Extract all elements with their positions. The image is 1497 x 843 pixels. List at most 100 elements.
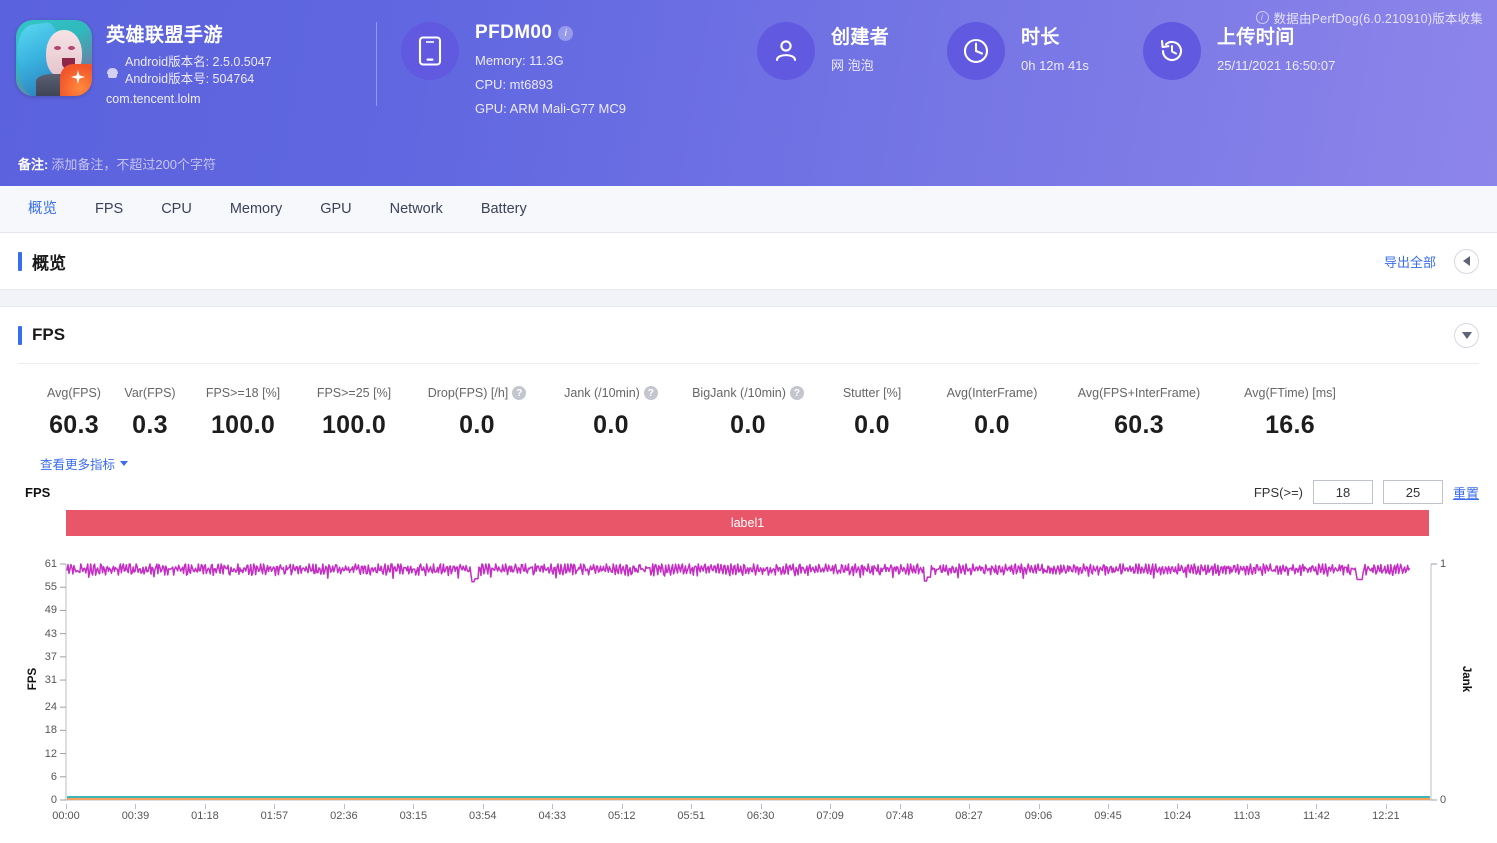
x-tick-label: 00:39 xyxy=(121,810,150,822)
collapse-left-button[interactable] xyxy=(1454,248,1479,274)
x-tick-mark xyxy=(1177,804,1179,809)
tab-battery[interactable]: Battery xyxy=(467,186,541,233)
creator-value: 网 泡泡 xyxy=(831,58,874,73)
fps-title-group: FPS xyxy=(18,325,65,345)
y-tick-label: 37 xyxy=(44,650,57,663)
metric-value: 60.3 xyxy=(1114,411,1164,439)
y2-axis-label: Jank xyxy=(1459,665,1472,693)
tab-memory[interactable]: Memory xyxy=(216,186,296,233)
tab-fps[interactable]: FPS xyxy=(81,186,137,233)
y-tick-label: 31 xyxy=(44,674,57,687)
help-icon[interactable]: ? xyxy=(643,386,658,400)
x-tick-mark xyxy=(1385,804,1387,809)
device-memory: Memory: 11.3G xyxy=(475,53,564,68)
metric-fps-ge-18: FPS>=18 [%] 100.0 xyxy=(188,386,298,440)
metric-label: Avg(FTime) [ms] xyxy=(1244,386,1336,400)
overview-section-header: 概览 导出全部 xyxy=(0,233,1497,289)
info-icon: i xyxy=(1255,11,1269,24)
x-tick-label: 07:48 xyxy=(885,810,914,822)
device-icon-circle xyxy=(401,22,459,80)
metric-label: FPS>=18 [%] xyxy=(205,386,281,400)
note-bar[interactable]: 备注: 添加备注，不超过200个字符 xyxy=(0,140,1497,186)
y-tick-label: 18 xyxy=(44,724,57,737)
page-title: 概览 xyxy=(32,253,66,273)
section-gap-band xyxy=(0,289,1497,307)
x-tick-label: 01:57 xyxy=(260,810,289,822)
metric-avg-interframe: Avg(InterFrame) 0.0 xyxy=(926,386,1058,440)
chevron-down-icon xyxy=(120,461,129,466)
help-icon[interactable]: ? xyxy=(512,386,527,400)
x-tick-mark xyxy=(1246,804,1248,809)
x-tick-label: 06:30 xyxy=(746,810,775,822)
x-tick-mark xyxy=(413,804,415,809)
device-model: PFDM00 i xyxy=(475,22,626,44)
app-version-code: Android版本号: 504764 xyxy=(125,72,255,86)
metric-value: 100.0 xyxy=(210,411,276,439)
metric-stutter: Stutter [%] 0.0 xyxy=(818,386,926,440)
tab-gpu[interactable]: GPU xyxy=(306,186,365,233)
metric-var-fps: Var(FPS) 0.3 xyxy=(112,386,188,440)
x-axis-ticks: 00:00 00:39 01:18 01:57 02:36 03:15 03:54 04:33… xyxy=(18,804,1479,828)
app-icon xyxy=(16,20,92,96)
metric-value: 0.0 xyxy=(459,411,495,439)
chart-legend-bar[interactable]: label1 xyxy=(66,510,1429,536)
creator-title: 创建者 xyxy=(831,27,890,48)
x-tick-label: 09:06 xyxy=(1024,810,1053,822)
metric-label: Avg(FPS+InterFrame) xyxy=(1077,386,1201,400)
x-tick-label: 04:33 xyxy=(538,810,567,822)
x-tick-label: 10:24 xyxy=(1163,810,1192,822)
y-tick-label: 12 xyxy=(44,747,57,760)
export-all-link[interactable]: 导出全部 xyxy=(1384,252,1436,271)
x-tick-mark xyxy=(1316,804,1318,809)
note-placeholder[interactable]: 添加备注，不超过200个字符 xyxy=(51,154,216,173)
metric-value: 16.6 xyxy=(1265,411,1315,439)
chart-toolbar: FPS FPS(>=) 重置 xyxy=(18,474,1479,510)
metric-label: FPS>=25 [%] xyxy=(316,386,392,400)
tab-overview[interactable]: 概览 xyxy=(14,186,71,233)
x-tick-mark xyxy=(552,804,554,809)
chevron-left-icon xyxy=(1463,256,1470,266)
metric-avg-fps-interframe: Avg(FPS+InterFrame) 60.3 xyxy=(1058,386,1220,440)
user-icon xyxy=(775,40,797,62)
fps-collapse-button[interactable] xyxy=(1454,322,1479,348)
x-tick-label: 01:18 xyxy=(191,810,219,822)
x-tick-mark xyxy=(135,804,137,809)
fps-threshold-high-input[interactable] xyxy=(1382,480,1443,504)
app-package-name: com.tencent.lolm xyxy=(106,92,201,106)
x-tick-mark xyxy=(482,804,484,809)
tab-network[interactable]: Network xyxy=(376,186,457,233)
clock-icon xyxy=(963,38,989,64)
x-tick-label: 02:36 xyxy=(330,810,358,822)
tab-cpu[interactable]: CPU xyxy=(147,186,206,233)
x-tick-label: 00:00 xyxy=(52,810,80,822)
app-name: 英雄联盟手游 xyxy=(106,25,224,46)
reset-link[interactable]: 重置 xyxy=(1453,483,1479,502)
device-info-icon[interactable]: i xyxy=(558,25,574,41)
note-label: 备注: xyxy=(18,156,49,172)
y-tick-label: 55 xyxy=(44,581,57,594)
help-icon[interactable]: ? xyxy=(789,386,804,400)
metric-value: 0.0 xyxy=(974,411,1010,439)
metric-value: 0.0 xyxy=(730,411,766,439)
metric-label: BigJank (/10min) xyxy=(692,386,786,400)
fps-threshold-low-input[interactable] xyxy=(1312,480,1373,504)
overview-title-group: 概览 xyxy=(18,249,66,274)
history-icon xyxy=(1160,39,1182,62)
x-tick-mark xyxy=(343,804,345,809)
metric-fps-ge-25: FPS>=25 [%] 100.0 xyxy=(298,386,410,440)
upload-value: 25/11/2021 16:50:07 xyxy=(1217,58,1336,73)
duration-block: 时长 0h 12m 41s xyxy=(947,0,1143,80)
x-tick-mark xyxy=(969,804,971,809)
fps-line-chart[interactable] xyxy=(18,554,1479,804)
creator-block: 创建者 网 泡泡 xyxy=(757,0,947,80)
metric-bigjank: BigJank (/10min) ? 0.0 xyxy=(678,386,818,440)
x-tick-label: 05:12 xyxy=(607,810,636,822)
y-axis-label: FPS xyxy=(27,667,40,691)
x-tick-mark xyxy=(66,804,67,809)
metric-avg-ftime: Avg(FTime) [ms] 16.6 xyxy=(1220,386,1360,440)
x-tick-label: 11:03 xyxy=(1233,810,1261,822)
more-metrics-toggle[interactable]: 查看更多指标 xyxy=(0,446,129,473)
metric-avg-fps: Avg(FPS) 60.3 xyxy=(36,386,112,440)
android-icon xyxy=(106,65,119,78)
phone-icon xyxy=(418,36,442,66)
